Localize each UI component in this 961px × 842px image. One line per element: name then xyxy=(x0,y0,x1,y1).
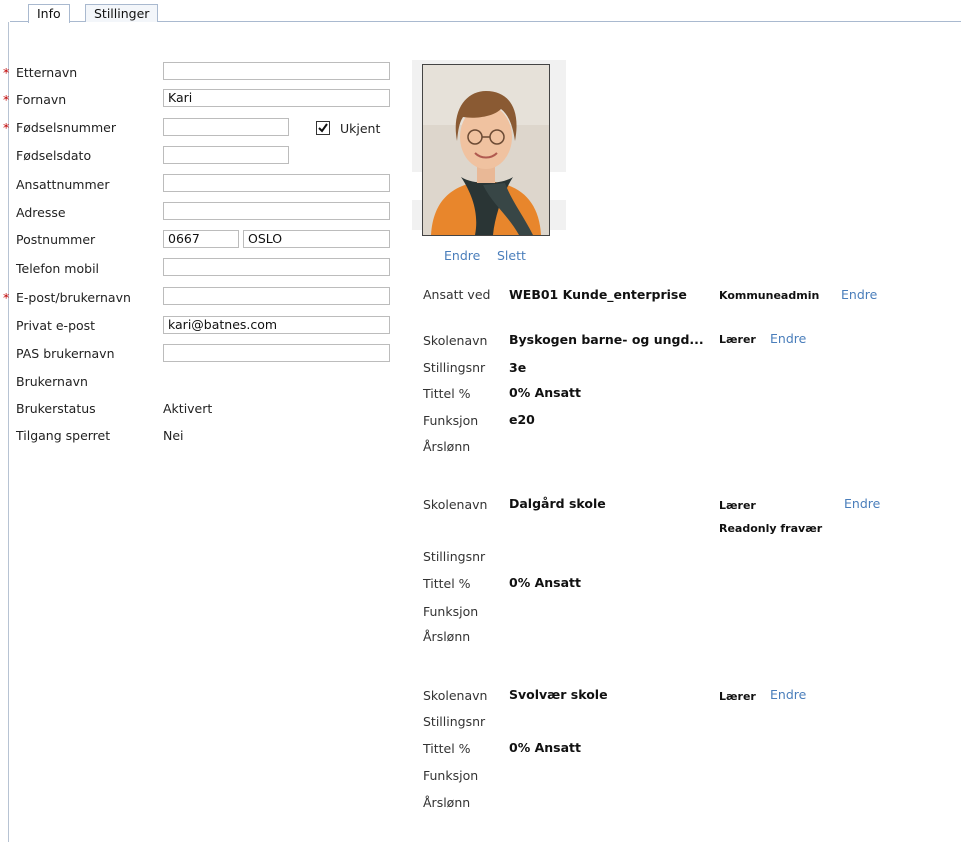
position-role: Lærer xyxy=(719,690,756,703)
tittel-value: 0% Ansatt xyxy=(509,575,581,590)
brukernavn-label: Brukernavn xyxy=(16,374,88,389)
profile-photo xyxy=(422,64,550,236)
skolenavn-label: Skolenavn xyxy=(423,333,488,348)
ansattnummer-label: Ansattnummer xyxy=(16,177,110,192)
epost-label-text: E-post/brukernavn xyxy=(16,290,131,305)
funksjon-label: Funksjon xyxy=(423,604,479,619)
fornavn-label-text: Fornavn xyxy=(16,92,67,107)
poststed-input[interactable]: OSLO xyxy=(243,230,390,248)
stillingsnr-label: Stillingsnr xyxy=(423,360,486,375)
required-marker: * xyxy=(3,65,10,80)
skolenavn-label: Skolenavn xyxy=(423,688,488,703)
tittel-label: Tittel % xyxy=(423,576,471,591)
required-marker: * xyxy=(3,92,10,107)
etternavn-label-text: Etternavn xyxy=(16,65,78,80)
position-role-secondary: Readonly fravær xyxy=(719,522,823,535)
required-marker: * xyxy=(3,120,10,135)
position-role: Lærer xyxy=(719,499,756,512)
funksjon-label: Funksjon xyxy=(423,768,479,783)
tab-info[interactable]: Info xyxy=(28,4,70,23)
brukerstatus-label: Brukerstatus xyxy=(16,401,96,416)
arslonn-label: Årslønn xyxy=(423,795,471,810)
privat-epost-label: Privat e-post xyxy=(16,318,96,333)
funksjon-value: e20 xyxy=(509,412,535,427)
fornavn-label: * Fornavn xyxy=(3,92,67,107)
funksjon-label: Funksjon xyxy=(423,413,479,428)
fodselsnummer-input[interactable] xyxy=(163,118,289,136)
ansatt-value: WEB01 Kunde_enterprise xyxy=(509,287,687,302)
epost-label: * E-post/brukernavn xyxy=(3,290,131,305)
ansatt-role: Kommuneadmin xyxy=(719,289,820,302)
arslonn-label: Årslønn xyxy=(423,439,471,454)
fodselsnummer-label: * Fødselsnummer xyxy=(3,120,116,135)
position-edit-link[interactable]: Endre xyxy=(770,331,806,346)
tilgang-label: Tilgang sperret xyxy=(16,428,111,443)
tittel-label: Tittel % xyxy=(423,386,471,401)
telefon-input[interactable] xyxy=(163,258,390,276)
skolenavn-value: Byskogen barne- og ungd... xyxy=(509,332,704,347)
fodselsnummer-label-text: Fødselsnummer xyxy=(16,120,116,135)
privat-epost-input[interactable]: kari@batnes.com xyxy=(163,316,390,334)
ansattnummer-input[interactable] xyxy=(163,174,390,192)
fodselsdato-label: Fødselsdato xyxy=(16,148,92,163)
fornavn-input[interactable]: Kari xyxy=(163,89,390,107)
fodselsdato-input[interactable] xyxy=(163,146,289,164)
portrait-image xyxy=(423,65,549,235)
arslonn-label: Årslønn xyxy=(423,629,471,644)
position-edit-link[interactable]: Endre xyxy=(770,687,806,702)
skolenavn-label: Skolenavn xyxy=(423,497,488,512)
stillingsnr-label: Stillingsnr xyxy=(423,714,486,729)
position-edit-link[interactable]: Endre xyxy=(844,496,880,511)
pas-input[interactable] xyxy=(163,344,390,362)
tittel-label: Tittel % xyxy=(423,741,471,756)
tittel-value: 0% Ansatt xyxy=(509,385,581,400)
ukjent-checkbox[interactable] xyxy=(316,121,330,135)
check-icon xyxy=(318,123,328,133)
ansatt-label: Ansatt ved xyxy=(423,287,491,302)
tittel-value: 0% Ansatt xyxy=(509,740,581,755)
pas-label: PAS brukernavn xyxy=(16,346,115,361)
tilgang-value: Nei xyxy=(163,428,184,443)
ansatt-edit-link[interactable]: Endre xyxy=(841,287,877,302)
skolenavn-value: Svolvær skole xyxy=(509,687,608,702)
required-marker: * xyxy=(3,290,10,305)
photo-edit-link[interactable]: Endre xyxy=(444,248,480,263)
photo-delete-link[interactable]: Slett xyxy=(497,248,526,263)
ukjent-label: Ukjent xyxy=(340,121,381,136)
epost-input[interactable] xyxy=(163,287,390,305)
stillingsnr-label: Stillingsnr xyxy=(423,549,486,564)
adresse-input[interactable] xyxy=(163,202,390,220)
panel-left-border xyxy=(8,22,9,842)
etternavn-label: * Etternavn xyxy=(3,65,78,80)
postnummer-label: Postnummer xyxy=(16,232,96,247)
telefon-label: Telefon mobil xyxy=(16,261,100,276)
brukerstatus-value: Aktivert xyxy=(163,401,213,416)
tab-stillinger[interactable]: Stillinger xyxy=(85,4,159,22)
stillingsnr-value: 3e xyxy=(509,360,527,375)
skolenavn-value: Dalgård skole xyxy=(509,496,606,511)
postnummer-input[interactable]: 0667 xyxy=(163,230,239,248)
etternavn-input[interactable] xyxy=(163,62,390,80)
tab-bar: Info Stillinger xyxy=(10,0,961,23)
adresse-label: Adresse xyxy=(16,205,66,220)
position-role: Lærer xyxy=(719,333,756,346)
